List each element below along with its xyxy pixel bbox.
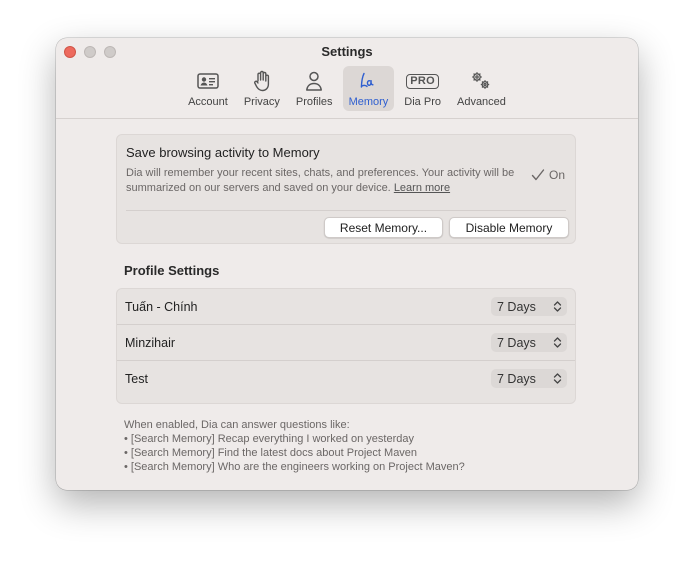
settings-window: Settings Account Privacy Profiles Memory…: [56, 38, 638, 490]
retention-select[interactable]: 7 Days: [491, 369, 567, 388]
tab-profiles[interactable]: Profiles: [290, 66, 339, 111]
tab-label: Profiles: [295, 96, 333, 108]
pro-badge: PRO: [406, 73, 440, 89]
retention-value: 7 Days: [497, 299, 536, 314]
tab-dia-pro[interactable]: PRO Dia Pro: [398, 66, 447, 111]
reset-memory-button[interactable]: Reset Memory...: [324, 217, 443, 238]
profile-name: Tuấn - Chính: [125, 299, 198, 314]
examples-intro: When enabled, Dia can answer questions l…: [124, 419, 350, 431]
profile-row: Test 7 Days: [117, 360, 575, 396]
profile-name: Test: [125, 371, 148, 386]
memory-script-icon: [354, 69, 382, 93]
retention-value: 7 Days: [497, 371, 536, 386]
memory-examples: When enabled, Dia can answer questions l…: [124, 418, 465, 474]
learn-more-link[interactable]: Learn more: [394, 182, 450, 194]
tab-account[interactable]: Account: [182, 66, 234, 111]
retention-value: 7 Days: [497, 335, 536, 350]
profiles-list: Tuấn - Chính 7 Days Minzihair 7 Days Tes…: [116, 288, 576, 404]
settings-tabs: Account Privacy Profiles Memory PRO Dia …: [56, 66, 638, 111]
profile-name: Minzihair: [125, 335, 176, 350]
person-icon: [300, 69, 328, 93]
hand-icon: [248, 69, 276, 93]
example-item: • [Search Memory] Who are the engineers …: [124, 461, 465, 473]
up-down-chevron-icon: [553, 301, 562, 312]
tab-label: Memory: [348, 96, 389, 108]
profile-row: Minzihair 7 Days: [117, 324, 575, 360]
memory-status[interactable]: On: [531, 168, 565, 182]
tab-memory[interactable]: Memory: [342, 66, 395, 111]
checkmark-icon: [531, 169, 545, 181]
memory-status-label: On: [548, 168, 565, 182]
retention-select[interactable]: 7 Days: [491, 333, 567, 352]
tab-label: Account: [188, 96, 228, 108]
toolbar: Settings Account Privacy Profiles Memory…: [56, 38, 638, 119]
window-title: Settings: [321, 44, 373, 59]
memory-card: Save browsing activity to Memory Dia wil…: [116, 134, 576, 244]
memory-description: Dia will remember your recent sites, cha…: [126, 166, 516, 196]
tab-label: Advanced: [456, 96, 506, 108]
gears-icon: [467, 69, 495, 93]
account-card-icon: [194, 69, 222, 93]
up-down-chevron-icon: [553, 337, 562, 348]
tab-advanced[interactable]: Advanced: [451, 66, 512, 111]
memory-description-text: Dia will remember your recent sites, cha…: [126, 167, 515, 194]
profile-settings-heading: Profile Settings: [124, 263, 220, 278]
tab-privacy[interactable]: Privacy: [238, 66, 286, 111]
up-down-chevron-icon: [553, 373, 562, 384]
tab-label: Dia Pro: [404, 96, 441, 108]
retention-select[interactable]: 7 Days: [491, 297, 567, 316]
divider: [126, 210, 566, 211]
example-item: • [Search Memory] Recap everything I wor…: [124, 433, 414, 445]
disable-memory-button[interactable]: Disable Memory: [449, 217, 569, 238]
profile-row: Tuấn - Chính 7 Days: [117, 289, 575, 324]
pro-badge-icon: PRO: [406, 69, 440, 93]
example-item: • [Search Memory] Find the latest docs a…: [124, 447, 418, 459]
tab-label: Privacy: [243, 96, 280, 108]
memory-title: Save browsing activity to Memory: [126, 145, 320, 160]
